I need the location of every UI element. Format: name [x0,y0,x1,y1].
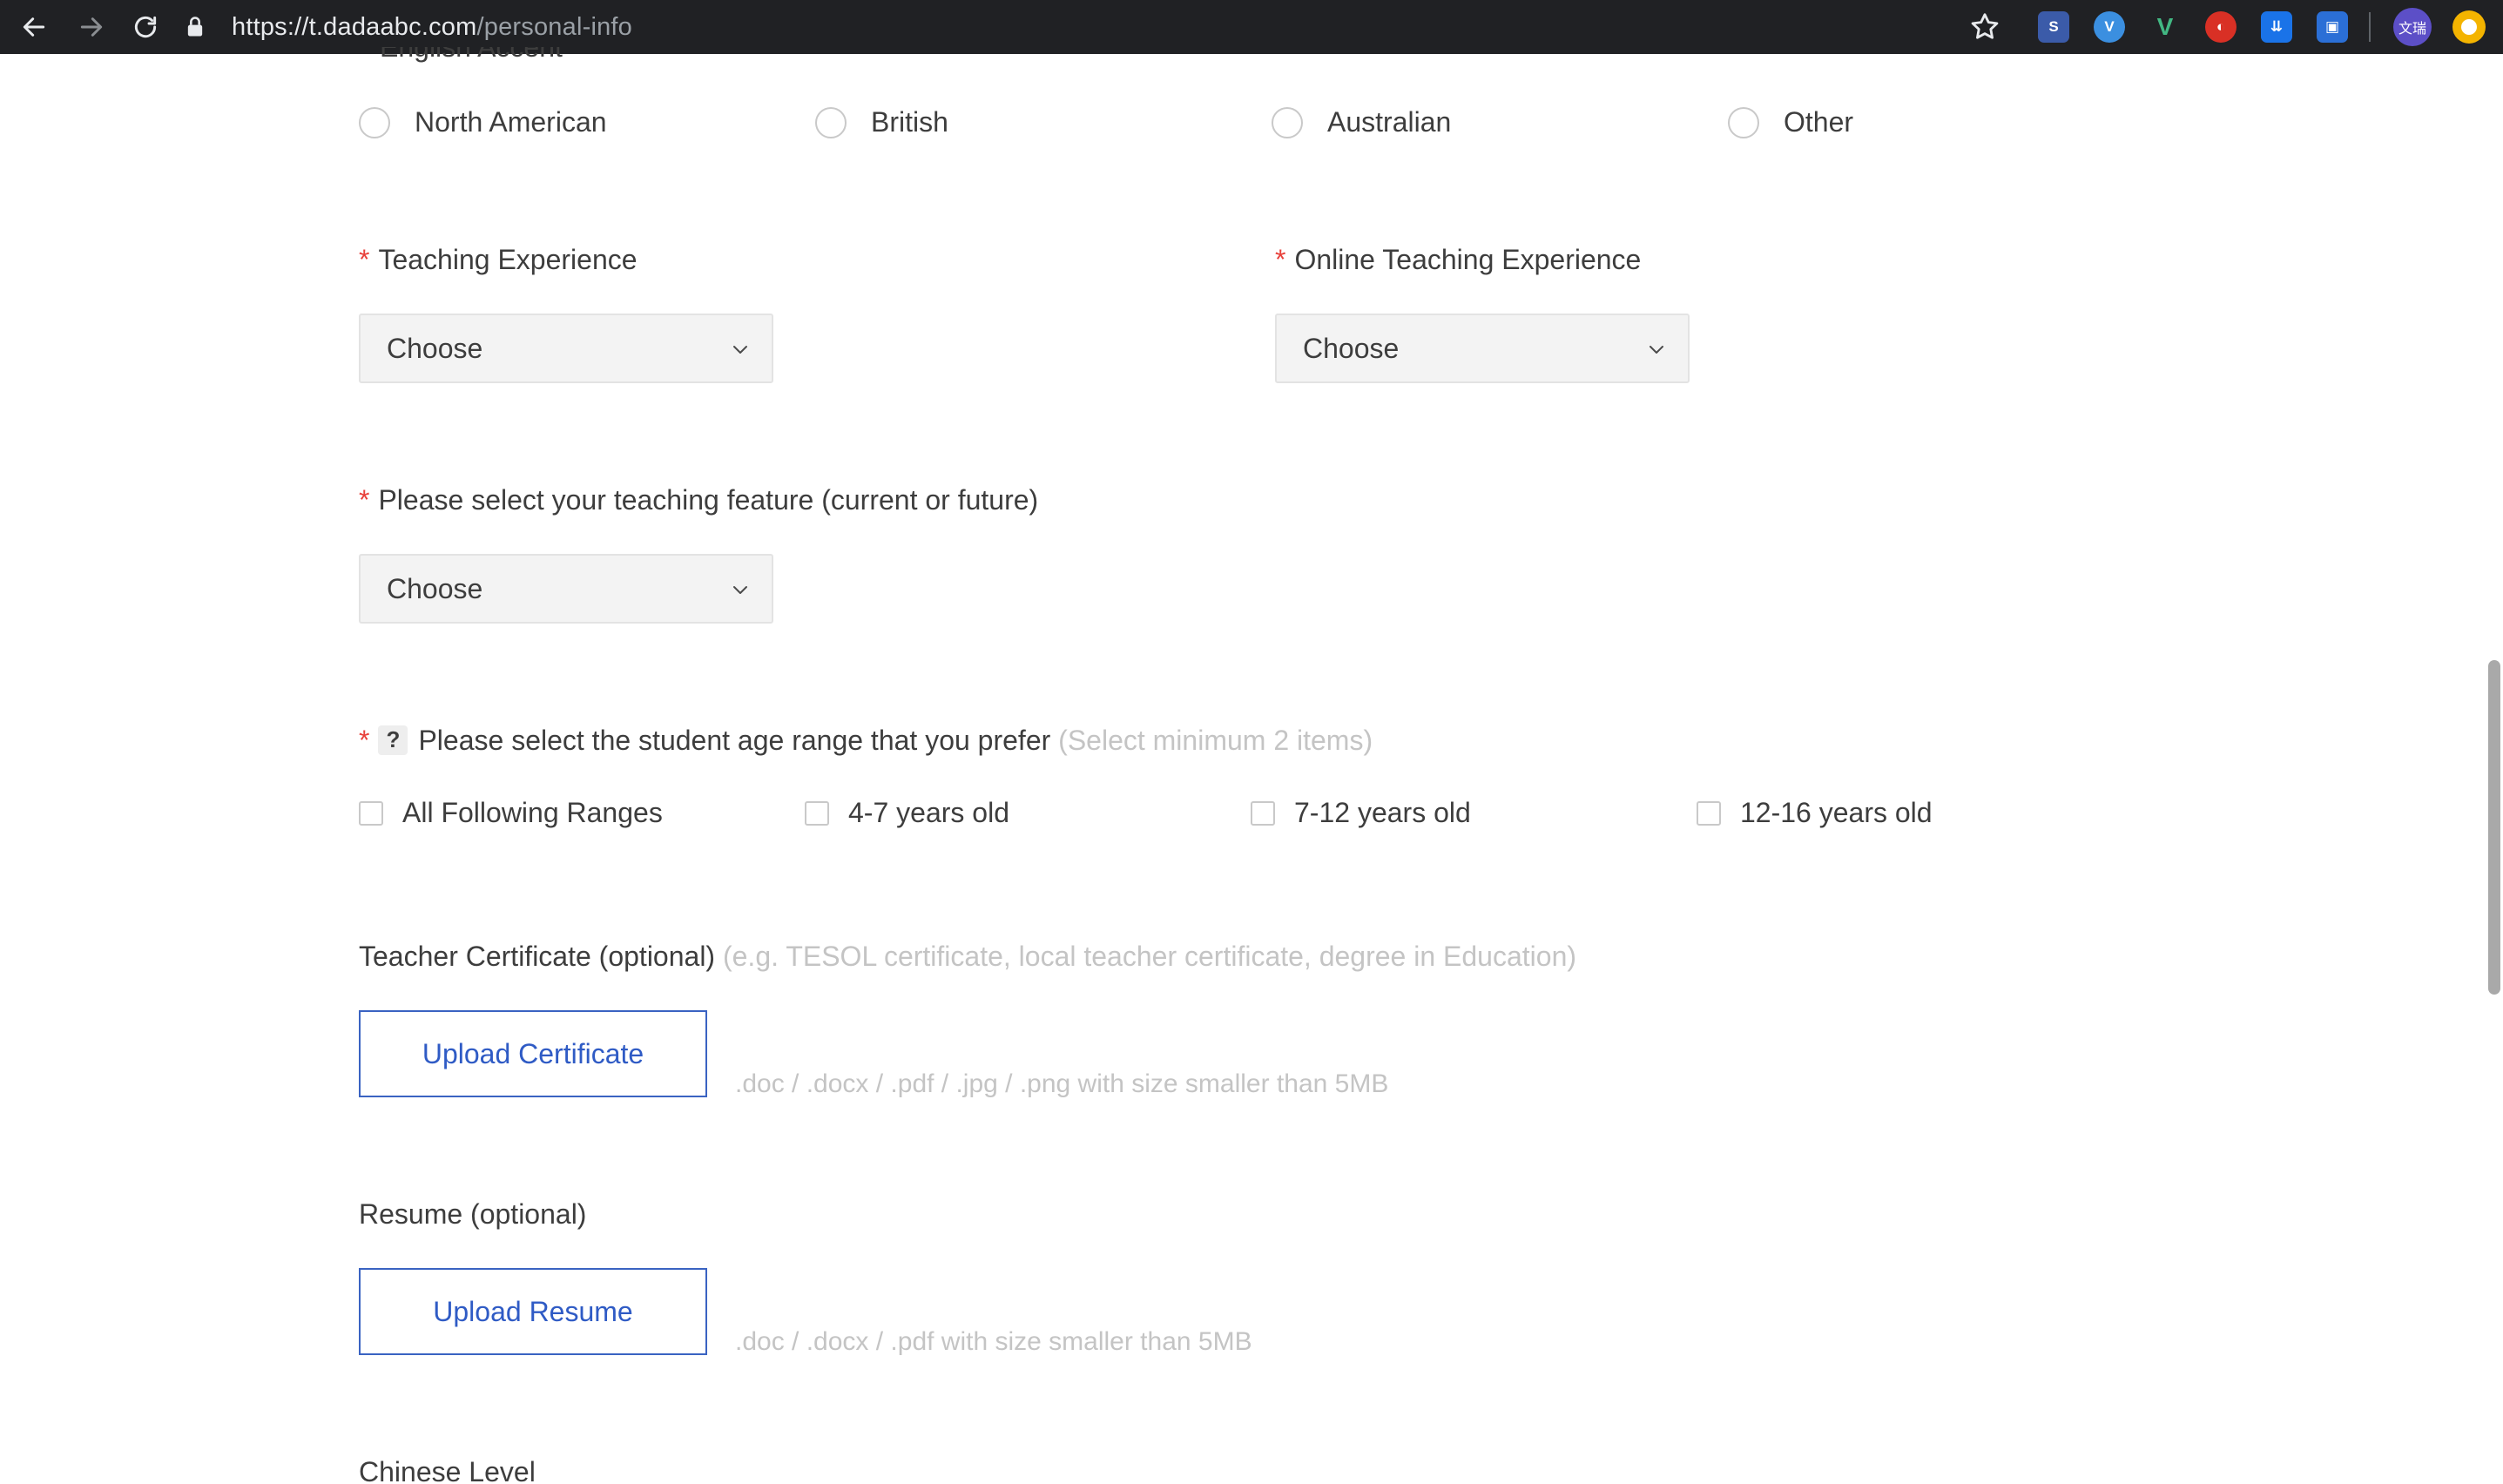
checkbox-box[interactable] [1251,800,1275,826]
checkbox-box[interactable] [1697,800,1721,826]
checkbox-7-12[interactable]: 7-12 years old [1251,797,1471,829]
upload-resume-button[interactable]: Upload Resume [359,1268,707,1355]
checkbox-all-ranges[interactable]: All Following Ranges [359,797,663,829]
required-mark: * [1275,244,1286,275]
age-range-hint: (Select minimum 2 items) [1058,725,1373,756]
chevron-down-icon [733,586,747,594]
extension-yellow-icon[interactable] [2452,10,2486,44]
radio-circle[interactable] [359,106,390,138]
chevron-down-icon [733,346,747,354]
radio-label: Other [1784,106,1854,138]
url-path: /personal-info [476,12,632,41]
radio-north-american[interactable]: North American [359,106,607,138]
extension-download-icon[interactable]: ⇊ [2261,11,2292,43]
online-teaching-experience-label: * Online Teaching Experience [1275,244,1641,276]
radio-circle[interactable] [1272,106,1303,138]
radio-circle[interactable] [815,106,847,138]
extension-translate-icon[interactable]: S [2038,11,2069,43]
address-bar[interactable]: https://t.dadaabc.com/personal-info [183,3,632,51]
url-host: https://t.dadaabc.com [232,12,477,41]
label-text: Please select your teaching feature (cur… [378,484,1039,516]
teaching-experience-label: * Teaching Experience [359,244,638,276]
label-text: Please select the student age range that… [418,725,1051,756]
bookmark-star-icon[interactable] [1968,10,2001,44]
lock-icon [183,15,207,39]
select-value: Choose [1303,332,1400,364]
teaching-experience-select[interactable]: Choose [359,314,773,383]
forward-icon[interactable] [70,5,113,49]
checkbox-12-16[interactable]: 12-16 years old [1697,797,1933,829]
reload-icon[interactable] [124,5,167,49]
scrollbar-thumb[interactable] [2488,660,2500,995]
resume-label: Resume (optional) [359,1198,587,1230]
extension-v-icon[interactable]: V [2094,11,2125,43]
radio-circle[interactable] [1728,106,1759,138]
radio-british[interactable]: British [815,106,948,138]
checkbox-label: All Following Ranges [402,797,663,828]
profile-avatar[interactable]: 文瑞 [2393,8,2432,46]
extension-window-icon[interactable]: ▣ [2317,11,2348,43]
checkbox-4-7[interactable]: 4-7 years old [805,797,1009,829]
checkbox-label: 4-7 years old [848,797,1009,828]
checkbox-label: 12-16 years old [1740,797,1933,828]
teaching-feature-select[interactable]: Choose [359,554,773,624]
chinese-level-label: Chinese Level [359,1456,536,1484]
teaching-feature-label: * Please select your teaching feature (cu… [359,484,1038,516]
upload-certificate-button[interactable]: Upload Certificate [359,1010,707,1097]
certificate-label: Teacher Certificate (optional) (e.g. TES… [359,941,1576,973]
required-mark: * [359,484,370,516]
required-mark: * [359,725,370,756]
extension-red-icon[interactable]: ◐ [2205,11,2237,43]
radio-australian[interactable]: Australian [1272,106,1451,138]
help-icon[interactable]: ? [378,725,408,755]
radio-label: British [871,106,948,138]
radio-label: Australian [1327,106,1452,138]
online-teaching-experience-select[interactable]: Choose [1275,314,1690,383]
select-value: Choose [387,572,483,604]
back-icon[interactable] [12,5,56,49]
browser-toolbar: https://t.dadaabc.com/personal-info S V … [0,0,2503,54]
checkbox-box[interactable] [805,800,829,826]
checkbox-label: 7-12 years old [1294,797,1471,828]
label-text: Teacher Certificate (optional) [359,941,716,972]
chevron-down-icon [1650,346,1663,354]
radio-other[interactable]: Other [1728,106,1853,138]
certificate-hint: (e.g. TESOL certificate, local teacher c… [722,941,1577,972]
age-range-label: *? Please select the student age range th… [359,725,1373,758]
radio-label: North American [415,106,607,138]
select-value: Choose [387,332,483,364]
required-mark: * [359,244,370,275]
resume-file-hint: .doc / .docx / .pdf with size smaller th… [735,1327,1252,1356]
toolbar-divider [2369,12,2371,42]
label-text: Teaching Experience [378,244,638,275]
label-text: Online Teaching Experience [1294,244,1642,275]
checkbox-box[interactable] [359,800,383,826]
vue-devtools-icon[interactable]: V [2149,11,2181,43]
certificate-file-hint: .doc / .docx / .pdf / .jpg / .png with s… [735,1069,1389,1098]
